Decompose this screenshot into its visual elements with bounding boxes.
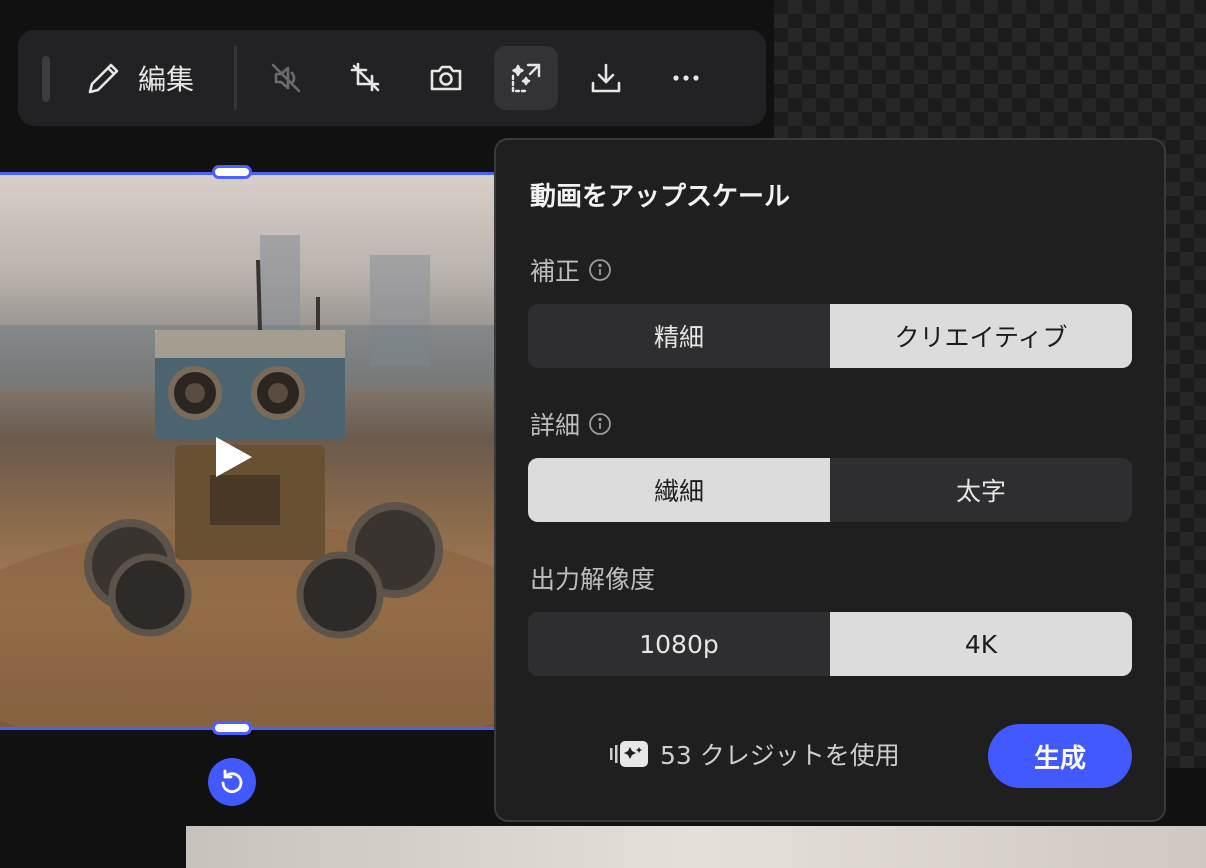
resolution-option-1080p[interactable]: 1080p [528, 612, 830, 676]
correction-selector: 精細 クリエイティブ [528, 304, 1132, 368]
resolution-label-row: 出力解像度 [530, 560, 655, 596]
correction-option-fine[interactable]: 精細 [528, 304, 830, 368]
download-icon [591, 63, 621, 93]
toolbar-divider [234, 46, 237, 110]
mute-icon [271, 63, 301, 93]
download-button[interactable] [574, 46, 638, 110]
resolution-option-4k[interactable]: 4K [830, 612, 1132, 676]
more-button[interactable] [654, 46, 718, 110]
no-crop-button[interactable] [334, 46, 398, 110]
upscale-button[interactable] [494, 46, 558, 110]
credits-info: 53 クレジットを使用 [608, 736, 900, 772]
resolution-selector: 1080p 4K [528, 612, 1132, 676]
edit-label: 編集 [138, 63, 195, 96]
refresh-icon [221, 769, 243, 794]
upscale-panel: 動画をアップスケール 補正 精細 クリエイティブ 詳細 繊細 太字 出力解像度 … [494, 138, 1166, 822]
next-clip-thumbnail[interactable] [186, 826, 1206, 868]
trim-handle-top[interactable] [212, 165, 252, 179]
regenerate-button[interactable] [208, 758, 256, 806]
video-preview[interactable] [0, 172, 500, 730]
detail-option-bold[interactable]: 太字 [830, 458, 1132, 522]
pencil-icon [88, 63, 119, 94]
upscale-icon [511, 63, 541, 93]
more-icon [673, 75, 699, 81]
media-toolbar: 編集 [18, 30, 766, 126]
correction-label: 補正 [530, 257, 581, 286]
panel-title: 動画をアップスケール [530, 182, 791, 212]
edit-button[interactable]: 編集 [84, 50, 208, 106]
detail-option-delicate[interactable]: 繊細 [528, 458, 830, 522]
detail-selector: 繊細 太字 [528, 458, 1132, 522]
trim-handle-bottom[interactable] [212, 721, 252, 735]
credits-text: 53 クレジットを使用 [660, 741, 900, 770]
info-icon[interactable] [588, 258, 612, 282]
drag-handle[interactable] [42, 56, 50, 102]
camera-icon [430, 65, 462, 91]
credits-icon [610, 741, 648, 767]
correction-option-creative[interactable]: クリエイティブ [830, 304, 1132, 368]
mute-button[interactable] [254, 46, 318, 110]
no-crop-icon [350, 62, 380, 92]
correction-label-row: 補正 [530, 252, 612, 288]
snapshot-button[interactable] [414, 46, 478, 110]
detail-label-row: 詳細 [530, 406, 612, 442]
resolution-label: 出力解像度 [530, 565, 656, 594]
robot-image [0, 235, 500, 727]
info-icon[interactable] [588, 412, 612, 436]
generate-button[interactable]: 生成 [988, 724, 1132, 788]
detail-label: 詳細 [530, 411, 581, 440]
